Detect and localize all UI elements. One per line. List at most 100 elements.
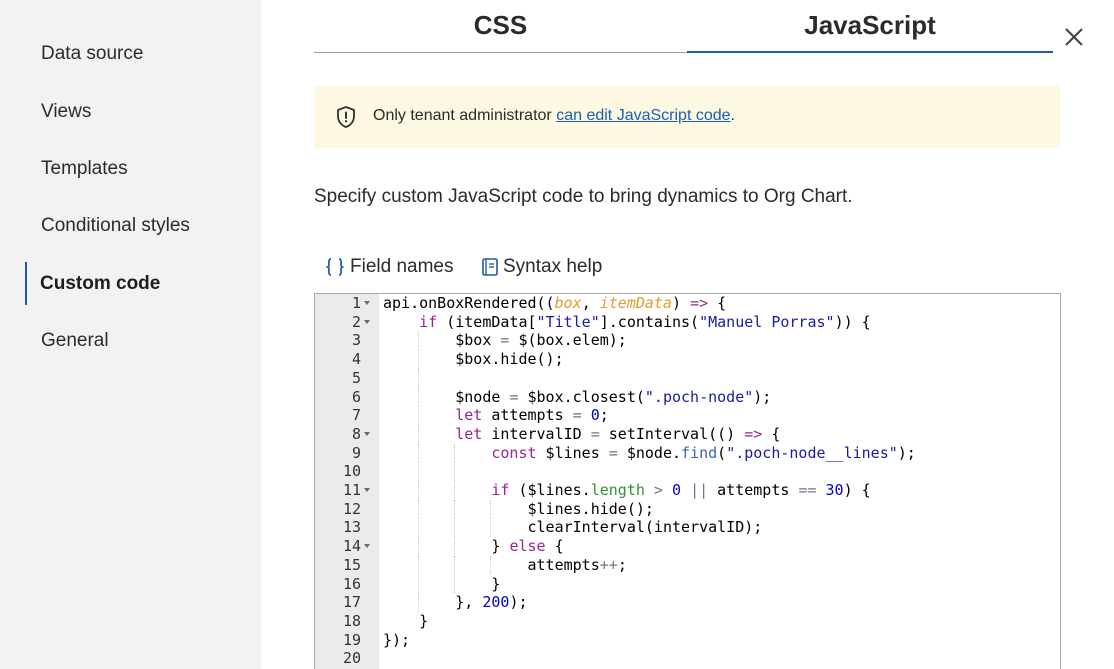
indent-guide <box>418 462 420 481</box>
line-number: 3 <box>351 331 361 350</box>
fold-arrow-icon[interactable] <box>364 431 370 436</box>
line-number: 5 <box>351 368 361 387</box>
code-editor[interactable]: 1 api.onBoxRendered((box, itemData) => {2… <box>314 293 1061 669</box>
code-text: }); <box>383 630 411 649</box>
code-text: $lines.hide(); <box>383 499 654 518</box>
description-text: Specify custom JavaScript code to bring … <box>314 186 853 207</box>
sidebar-item-custom-code[interactable]: Custom code <box>40 273 160 295</box>
code-text: attempts++; <box>383 555 627 574</box>
line-number: 6 <box>351 387 361 406</box>
fold-arrow-icon[interactable] <box>364 544 370 549</box>
code-line: 11 if ($lines.length > 0 || attempts == … <box>315 481 1060 500</box>
indent-guide <box>454 537 456 556</box>
admin-notice: Only tenant administrator can edit JavaS… <box>314 86 1060 148</box>
indent-guide <box>418 331 420 351</box>
fold-arrow-icon[interactable] <box>364 301 370 305</box>
code-line: 16 } <box>315 574 1060 594</box>
line-number: 7 <box>351 406 361 425</box>
line-number: 9 <box>351 443 361 462</box>
book-icon <box>482 258 498 276</box>
line-number: 13 <box>342 518 361 537</box>
indent-guide <box>490 499 492 519</box>
code-text: const $lines = $node.find(".poch-node__l… <box>491 443 916 462</box>
code-line: 7 let attempts = 0; <box>315 406 1060 425</box>
code-line: 4 $box.hide(); <box>315 350 1060 369</box>
curly-braces-icon <box>326 258 344 276</box>
code-line: 19}); <box>315 631 1060 650</box>
shield-warning-icon <box>337 106 355 128</box>
line-number: 4 <box>351 350 361 369</box>
sidebar-item-general[interactable]: General <box>41 330 109 352</box>
line-number: 10 <box>342 462 361 481</box>
active-nav-indicator <box>25 262 27 305</box>
close-button[interactable] <box>1062 25 1086 49</box>
indent-guide <box>418 424 420 444</box>
sidebar-item-views[interactable]: Views <box>41 101 91 123</box>
code-line: 3 $box = $(box.elem); <box>315 331 1060 351</box>
line-number: 19 <box>342 630 361 649</box>
code-text: if (itemData["Title"].contains("Manuel P… <box>419 312 871 331</box>
code-text: clearInterval(intervalID); <box>383 518 763 537</box>
line-number: 16 <box>342 574 361 593</box>
sidebar: Data source Views Templates Conditional … <box>0 0 261 669</box>
indent-guide <box>454 518 456 538</box>
line-number: 8 <box>351 424 361 443</box>
code-text: }, 200); <box>383 593 528 612</box>
code-line: 14 } else { <box>315 537 1060 556</box>
code-line: 9 const $lines = $node.find(".poch-node_… <box>315 443 1060 463</box>
edit-js-code-link[interactable]: can edit JavaScript code <box>556 107 730 124</box>
sidebar-item-conditional-styles[interactable]: Conditional styles <box>41 215 190 237</box>
code-text: let intervalID = setInterval(() => { <box>455 424 781 443</box>
code-text: if ($lines.length > 0 || attempts == 30)… <box>491 481 871 499</box>
indent-guide <box>454 574 456 594</box>
indent-guide <box>490 555 492 575</box>
tab-bar: CSS JavaScript <box>314 0 1053 53</box>
code-line: 2 if (itemData["Title"].contains("Manuel… <box>315 313 1060 332</box>
indent-guide <box>418 481 420 500</box>
indent-guide <box>454 443 456 463</box>
sidebar-item-data-source[interactable]: Data source <box>41 43 143 65</box>
sidebar-item-templates[interactable]: Templates <box>41 158 128 180</box>
indent-guide <box>418 518 420 538</box>
indent-guide <box>418 387 420 407</box>
syntax-help-button[interactable]: Syntax help <box>481 255 602 279</box>
line-number: 20 <box>342 649 361 668</box>
indent-guide <box>454 555 456 575</box>
tab-css[interactable]: CSS <box>314 0 687 53</box>
code-line: 1 api.onBoxRendered((box, itemData) => { <box>315 294 1060 313</box>
indent-guide <box>490 518 492 538</box>
code-line: 13 clearInterval(intervalID); <box>315 518 1060 538</box>
line-number: 2 <box>351 312 361 331</box>
indent-guide <box>418 593 420 612</box>
indent-guide <box>418 574 420 594</box>
indent-guide <box>454 462 456 481</box>
line-number: 11 <box>342 481 361 499</box>
code-line: 8 let intervalID = setInterval(() => { <box>315 424 1060 444</box>
indent-guide <box>418 368 420 388</box>
code-text: let attempts = 0; <box>455 406 609 425</box>
notice-text: Only tenant administrator can edit JavaS… <box>373 107 735 124</box>
field-names-button[interactable]: Field names <box>324 255 454 279</box>
fold-arrow-icon[interactable] <box>364 488 370 492</box>
code-line: 15 attempts++; <box>315 555 1060 575</box>
fold-arrow-icon[interactable] <box>364 319 370 324</box>
indent-guide <box>418 443 420 463</box>
code-text: $box.hide(); <box>383 350 564 369</box>
code-text: $node = $box.closest(".poch-node"); <box>383 387 772 406</box>
line-number: 1 <box>351 294 361 312</box>
code-line: 20 <box>315 649 1060 668</box>
code-text: } <box>383 611 429 630</box>
line-number: 14 <box>342 537 361 556</box>
code-line: 6 $node = $box.closest(".poch-node"); <box>315 387 1060 407</box>
code-text: } else { <box>383 537 564 556</box>
close-icon <box>1065 28 1083 46</box>
code-line: 18 } <box>315 612 1060 631</box>
indent-guide <box>418 555 420 575</box>
active-tab-underline <box>687 51 1053 53</box>
indent-guide <box>418 350 420 369</box>
code-line: 5 <box>315 368 1060 388</box>
tab-javascript[interactable]: JavaScript <box>687 0 1053 53</box>
indent-guide <box>454 481 456 500</box>
code-text: api.onBoxRendered((box, itemData) => { <box>383 294 727 312</box>
line-number: 18 <box>342 611 361 630</box>
